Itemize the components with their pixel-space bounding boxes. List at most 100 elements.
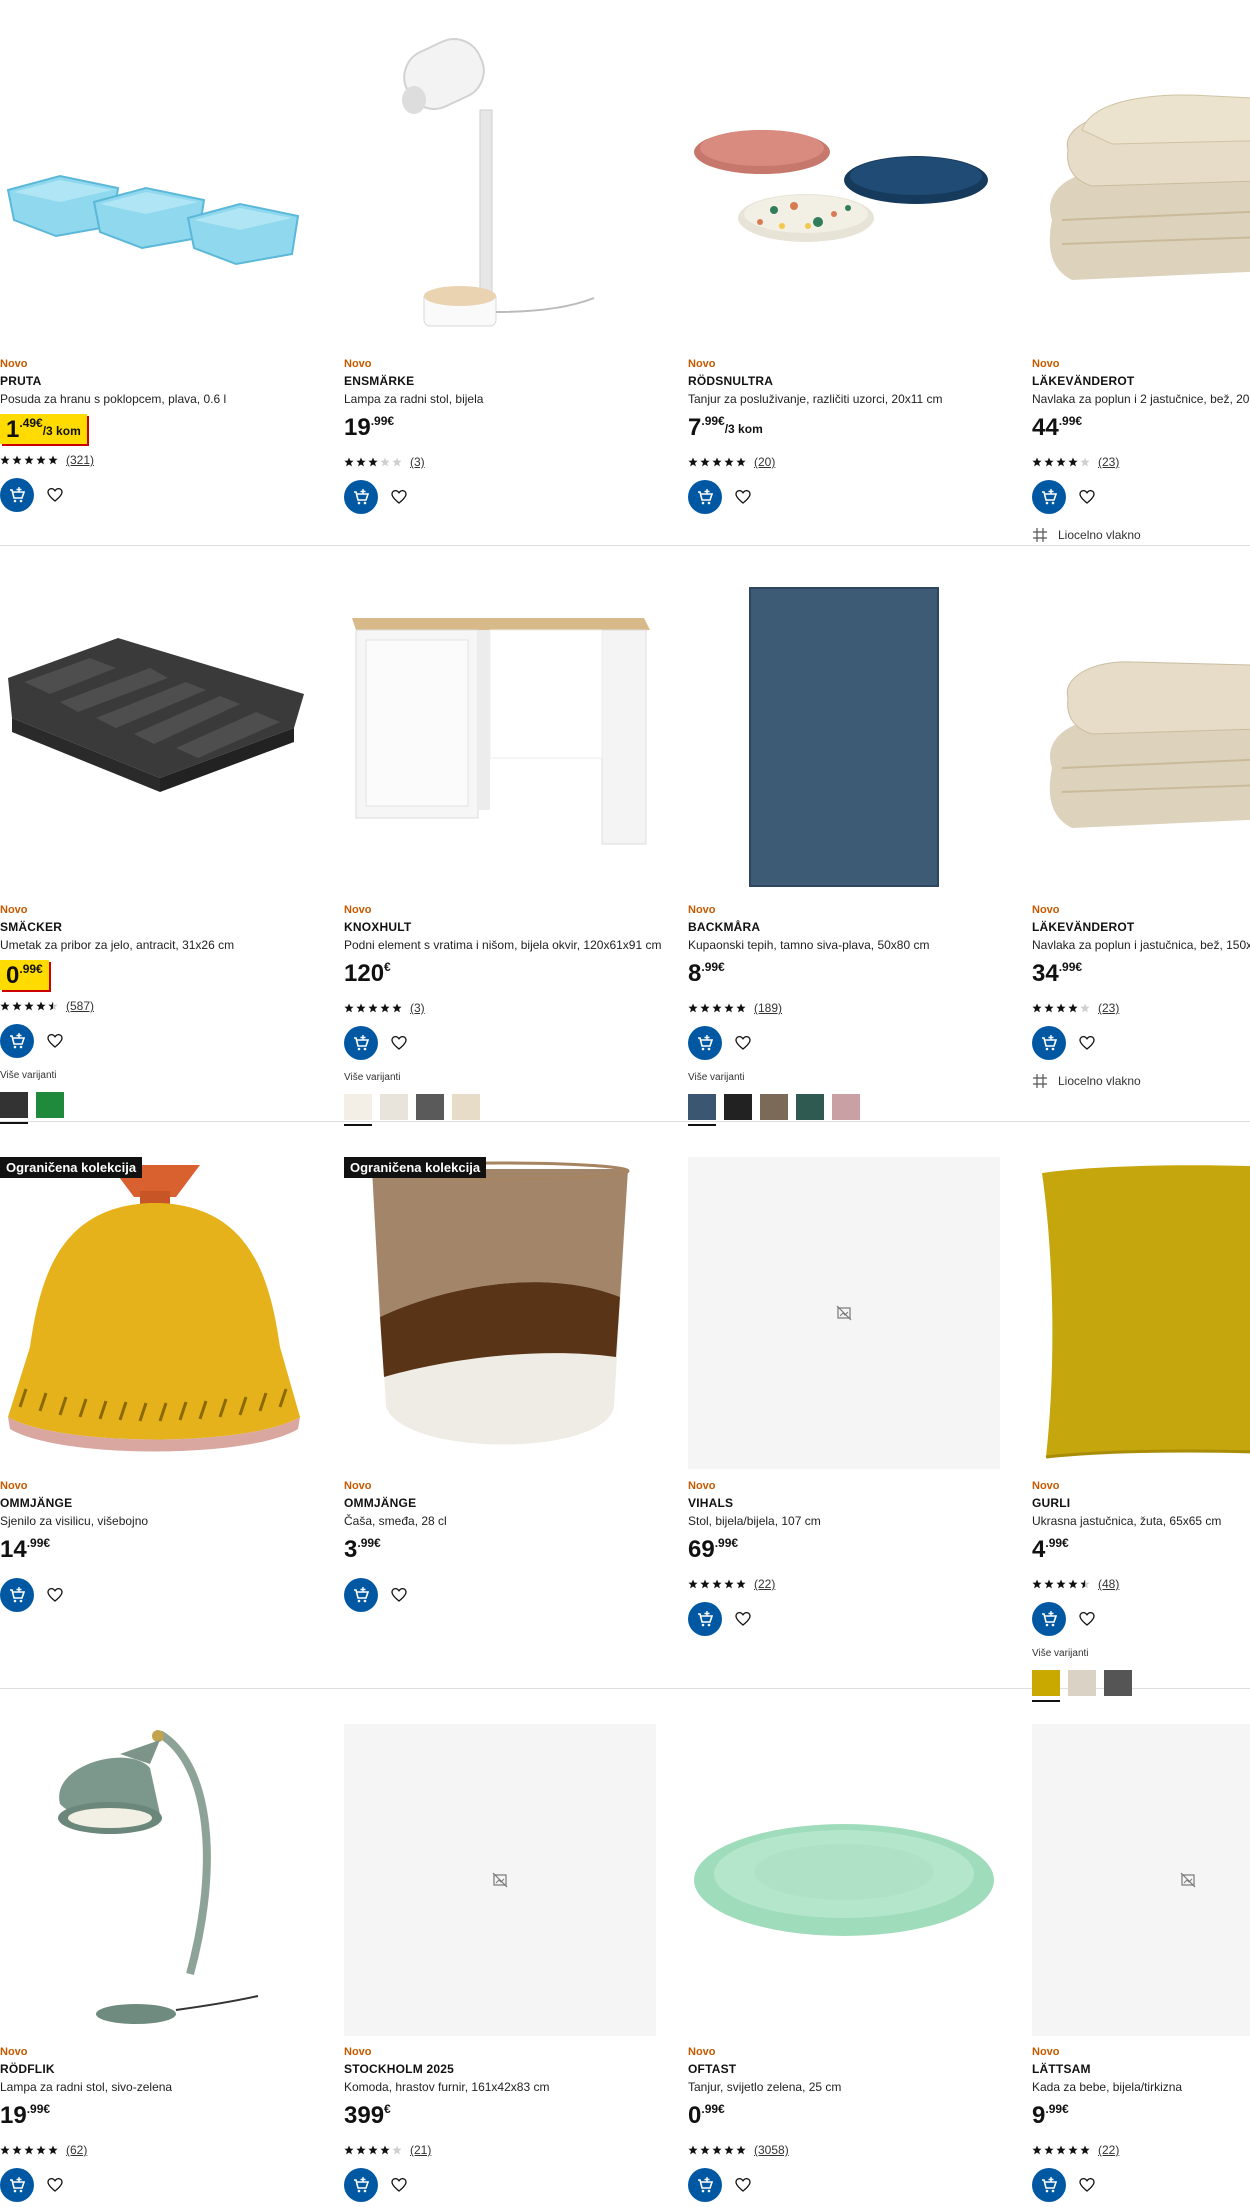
add-to-cart-button[interactable] xyxy=(0,2168,34,2202)
add-to-cart-button[interactable] xyxy=(1032,480,1066,514)
product-image[interactable] xyxy=(344,30,656,342)
variant-swatch[interactable] xyxy=(724,1094,752,1126)
add-to-cart-button[interactable] xyxy=(0,478,34,512)
product-name[interactable]: VIHALS xyxy=(688,1494,1000,1512)
review-count[interactable]: (189) xyxy=(754,1001,782,1015)
favourite-button[interactable] xyxy=(38,478,72,512)
review-count[interactable]: (321) xyxy=(66,453,94,467)
product-name[interactable]: ENSMÄRKE xyxy=(344,372,656,390)
add-to-cart-button[interactable] xyxy=(344,1026,378,1060)
favourite-button[interactable] xyxy=(382,1578,416,1612)
variant-swatch[interactable] xyxy=(36,1092,64,1124)
favourite-button[interactable] xyxy=(726,2168,760,2202)
rating[interactable]: (3058) xyxy=(688,2142,1000,2158)
review-count[interactable]: (20) xyxy=(754,455,775,469)
review-count[interactable]: (62) xyxy=(66,2143,87,2157)
favourite-button[interactable] xyxy=(726,1602,760,1636)
review-count[interactable]: (3) xyxy=(410,455,425,469)
favourite-button[interactable] xyxy=(1070,2168,1104,2202)
rating[interactable]: (48) xyxy=(1032,1576,1250,1592)
product-image-placeholder[interactable] xyxy=(344,1724,656,2036)
review-count[interactable]: (587) xyxy=(66,999,94,1013)
product-image[interactable] xyxy=(1032,30,1250,342)
product-name[interactable]: PRUTA xyxy=(0,372,312,390)
add-to-cart-button[interactable] xyxy=(344,2168,378,2202)
product-name[interactable]: OMMJÄNGE xyxy=(344,1494,656,1512)
variant-swatch[interactable] xyxy=(688,1094,716,1126)
product-image[interactable] xyxy=(344,578,656,890)
product-name[interactable]: LÄTTSAM xyxy=(1032,2060,1250,2078)
product-image[interactable] xyxy=(1032,1157,1250,1469)
rating[interactable]: (21) xyxy=(344,2142,656,2158)
variant-swatch[interactable] xyxy=(452,1094,480,1126)
favourite-button[interactable] xyxy=(382,2168,416,2202)
variant-swatch[interactable] xyxy=(0,1092,28,1124)
rating[interactable]: (3) xyxy=(344,1000,656,1016)
review-count[interactable]: (3) xyxy=(410,1001,425,1015)
favourite-button[interactable] xyxy=(382,480,416,514)
add-to-cart-button[interactable] xyxy=(688,1602,722,1636)
add-to-cart-button[interactable] xyxy=(0,1024,34,1058)
add-to-cart-button[interactable] xyxy=(688,1026,722,1060)
rating[interactable]: (22) xyxy=(1032,2142,1250,2158)
rating[interactable]: (321) xyxy=(0,452,312,468)
add-to-cart-button[interactable] xyxy=(688,2168,722,2202)
add-to-cart-button[interactable] xyxy=(688,480,722,514)
product-name[interactable]: LÄKEVÄNDEROT xyxy=(1032,918,1250,936)
product-image[interactable]: Ograničena kolekcija xyxy=(344,1157,656,1469)
product-name[interactable]: OFTAST xyxy=(688,2060,1000,2078)
variant-swatch[interactable] xyxy=(796,1094,824,1126)
product-image[interactable] xyxy=(688,578,1000,890)
product-image-placeholder[interactable] xyxy=(688,1157,1000,1469)
favourite-button[interactable] xyxy=(1070,480,1104,514)
variant-swatch[interactable] xyxy=(1068,1670,1096,1702)
favourite-button[interactable] xyxy=(382,1026,416,1060)
product-image[interactable] xyxy=(0,30,312,342)
variant-swatch[interactable] xyxy=(1104,1670,1132,1702)
variant-swatch[interactable] xyxy=(380,1094,408,1126)
favourite-button[interactable] xyxy=(1070,1602,1104,1636)
review-count[interactable]: (23) xyxy=(1098,455,1119,469)
favourite-button[interactable] xyxy=(726,480,760,514)
review-count[interactable]: (23) xyxy=(1098,1001,1119,1015)
favourite-button[interactable] xyxy=(38,1578,72,1612)
variant-swatch[interactable] xyxy=(344,1094,372,1126)
product-image[interactable] xyxy=(1032,578,1250,890)
product-name[interactable]: GURLI xyxy=(1032,1494,1250,1512)
review-count[interactable]: (48) xyxy=(1098,1577,1119,1591)
review-count[interactable]: (22) xyxy=(754,1577,775,1591)
product-name[interactable]: RÖDFLIK xyxy=(0,2060,312,2078)
add-to-cart-button[interactable] xyxy=(1032,1026,1066,1060)
add-to-cart-button[interactable] xyxy=(344,1578,378,1612)
product-image[interactable] xyxy=(0,578,312,890)
rating[interactable]: (23) xyxy=(1032,1000,1250,1016)
rating[interactable]: (587) xyxy=(0,998,312,1014)
favourite-button[interactable] xyxy=(1070,1026,1104,1060)
product-image[interactable]: Ograničena kolekcija xyxy=(0,1157,312,1469)
product-name[interactable]: RÖDSNULTRA xyxy=(688,372,1000,390)
favourite-button[interactable] xyxy=(38,1024,72,1058)
variant-swatch[interactable] xyxy=(1032,1670,1060,1702)
product-name[interactable]: BACKMÅRA xyxy=(688,918,1000,936)
rating[interactable]: (23) xyxy=(1032,454,1250,470)
rating[interactable]: (62) xyxy=(0,2142,312,2158)
product-image[interactable] xyxy=(688,30,1000,342)
favourite-button[interactable] xyxy=(726,1026,760,1060)
add-to-cart-button[interactable] xyxy=(1032,1602,1066,1636)
product-name[interactable]: OMMJÄNGE xyxy=(0,1494,312,1512)
product-name[interactable]: LÄKEVÄNDEROT xyxy=(1032,372,1250,390)
rating[interactable]: (20) xyxy=(688,454,1000,470)
product-name[interactable]: STOCKHOLM 2025 xyxy=(344,2060,656,2078)
product-name[interactable]: KNOXHULT xyxy=(344,918,656,936)
product-image[interactable] xyxy=(0,1724,312,2036)
variant-swatch[interactable] xyxy=(832,1094,860,1126)
add-to-cart-button[interactable] xyxy=(0,1578,34,1612)
product-image[interactable] xyxy=(688,1724,1000,2036)
product-name[interactable]: SMÄCKER xyxy=(0,918,312,936)
review-count[interactable]: (21) xyxy=(410,2143,431,2157)
favourite-button[interactable] xyxy=(38,2168,72,2202)
review-count[interactable]: (3058) xyxy=(754,2143,789,2157)
review-count[interactable]: (22) xyxy=(1098,2143,1119,2157)
rating[interactable]: (22) xyxy=(688,1576,1000,1592)
variant-swatch[interactable] xyxy=(760,1094,788,1126)
